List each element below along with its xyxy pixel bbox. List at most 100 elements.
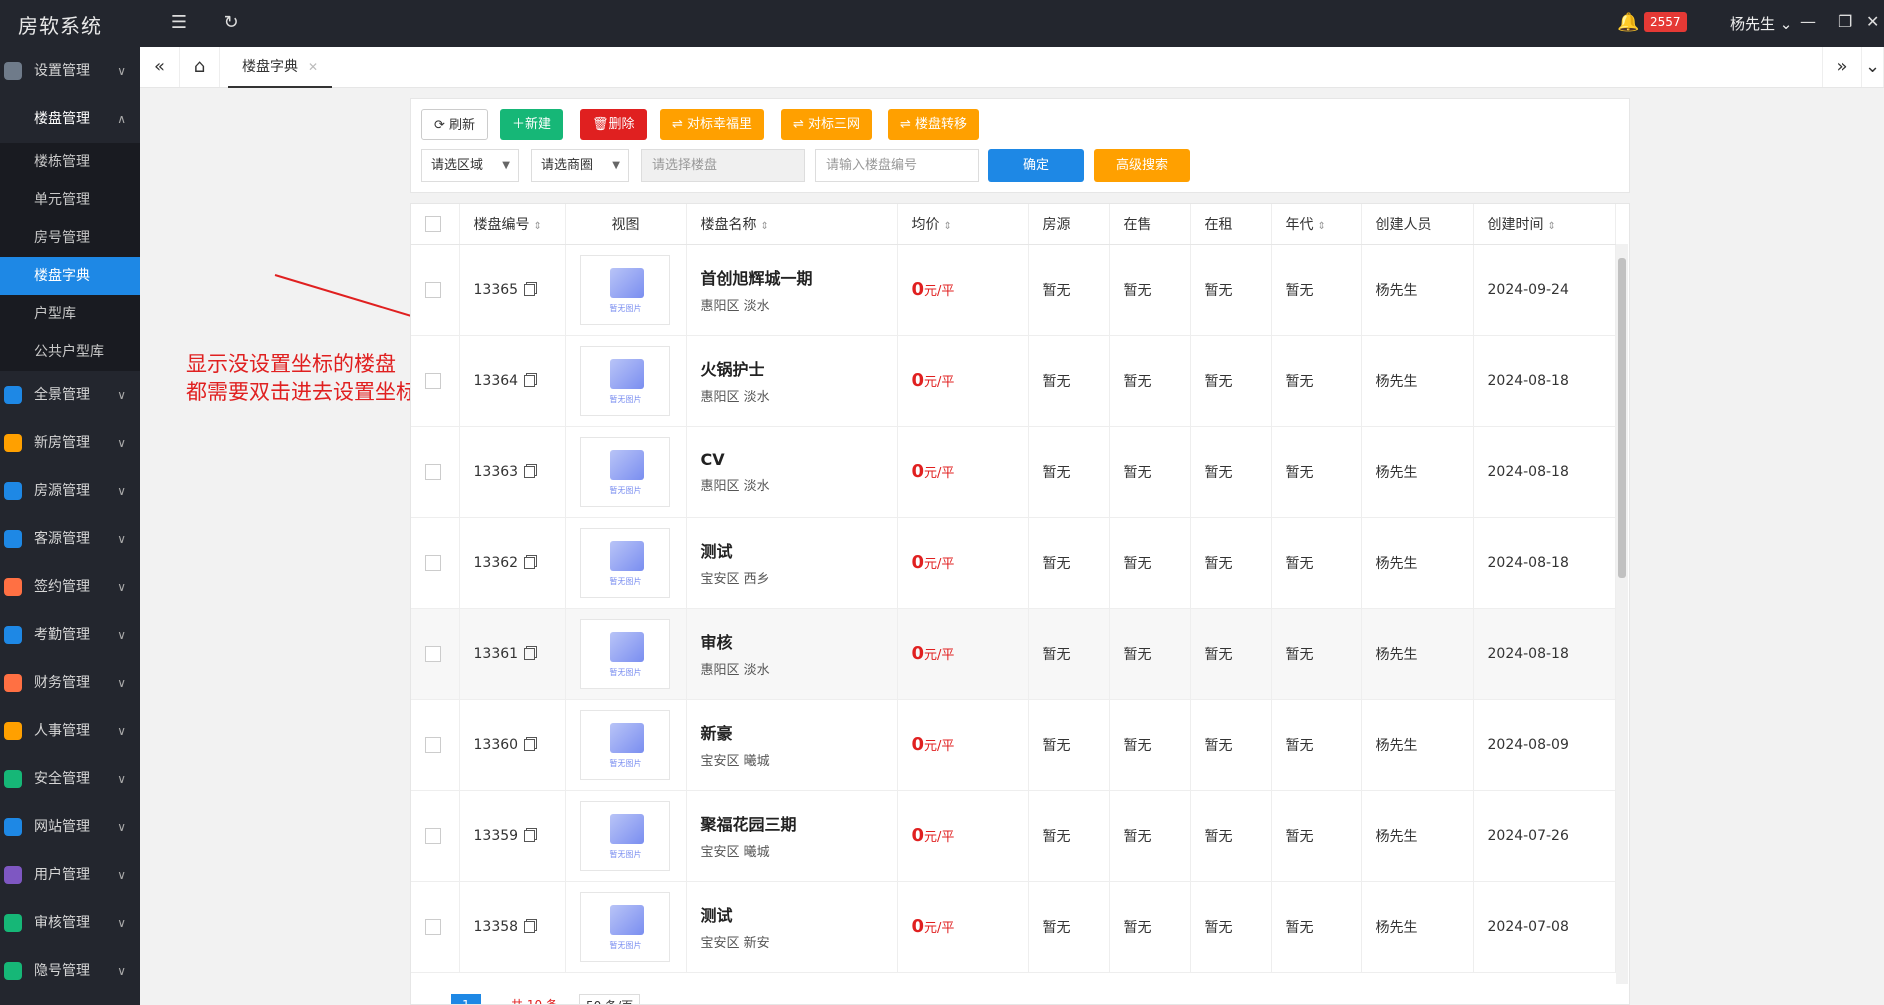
estate-name[interactable]: 审核 xyxy=(701,629,897,653)
row-checkbox[interactable] xyxy=(425,736,441,753)
nav-group-estate[interactable]: 楼盘管理 ∧ xyxy=(0,95,140,143)
table-row[interactable]: 13365 暂无图片 首创旭辉城一期 惠阳区 淡水 0元/平 暂无 暂无 暂无 暂无 杨先生 202… xyxy=(411,244,1616,336)
nav-group-clients[interactable]: 客源管理 ∨ xyxy=(0,515,140,563)
copy-icon[interactable] xyxy=(524,556,536,569)
header-price[interactable]: 均价 ⇕ xyxy=(897,204,1029,245)
row-checkbox[interactable] xyxy=(425,827,441,844)
copy-icon[interactable] xyxy=(524,829,536,842)
nav-group-panorama[interactable]: 全景管理 ∨ xyxy=(0,371,140,419)
copy-icon[interactable] xyxy=(524,283,536,296)
bell-icon[interactable]: 🔔 xyxy=(1617,12,1639,34)
sidebar-item-estate-dict[interactable]: 楼盘字典 xyxy=(0,257,140,295)
close-icon[interactable]: ✕ xyxy=(1866,12,1879,31)
estate-name[interactable]: 聚福花园三期 xyxy=(701,811,897,835)
nav-group-settings[interactable]: 设置管理 ∨ xyxy=(0,47,140,95)
sidebar-item-public-layout[interactable]: 公共户型库 xyxy=(0,333,140,371)
row-checkbox[interactable] xyxy=(425,918,441,935)
nav-group-contracts[interactable]: 签约管理 ∨ xyxy=(0,563,140,611)
create-button[interactable]: ＋新建 xyxy=(500,109,564,140)
region-select[interactable]: 请选区域 ▼ xyxy=(421,149,519,182)
estate-name[interactable]: 火锅护士 xyxy=(701,356,897,380)
sort-icon[interactable]: ⇕ xyxy=(534,221,542,232)
header-era[interactable]: 年代 ⇕ xyxy=(1271,204,1362,245)
transfer-button[interactable]: ⇌ 楼盘转移 xyxy=(888,109,980,140)
header-code[interactable]: 楼盘编号 ⇕ xyxy=(459,204,566,245)
sidebar-item-unit[interactable]: 单元管理 xyxy=(0,181,140,219)
copy-icon[interactable] xyxy=(524,738,536,751)
thumbnail[interactable]: 暂无图片 xyxy=(579,709,670,780)
nav-group-hidden-number[interactable]: 隐号管理 ∨ xyxy=(0,947,140,995)
estate-name[interactable]: 新豪 xyxy=(701,720,897,744)
copy-icon[interactable] xyxy=(524,374,536,387)
nav-group-website[interactable]: 网站管理 ∨ xyxy=(0,803,140,851)
estate-name[interactable]: 测试 xyxy=(701,538,897,562)
tab-estate-dict[interactable]: 楼盘字典 ✕ xyxy=(228,47,333,88)
scroll-left-icon[interactable]: « xyxy=(140,47,180,87)
thumbnail[interactable]: 暂无图片 xyxy=(579,618,670,689)
thumbnail[interactable]: 暂无图片 xyxy=(579,800,670,871)
nav-group-security[interactable]: 安全管理 ∨ xyxy=(0,755,140,803)
table-row[interactable]: 13362 暂无图片 测试 宝安区 西乡 0元/平 暂无 暂无 暂无 暂无 杨先生 2024-08-… xyxy=(411,517,1616,609)
nav-group-attendance[interactable]: 考勤管理 ∨ xyxy=(0,611,140,659)
benchmark-sanwang-button[interactable]: ⇌ 对标三网 xyxy=(781,109,873,140)
notification-badge[interactable]: 2557 xyxy=(1644,12,1687,32)
code-input[interactable]: 请输入楼盘编号 xyxy=(815,149,979,182)
table-scrollbar[interactable] xyxy=(1616,244,1628,984)
benchmark-xingfuli-button[interactable]: ⇌ 对标幸福里 xyxy=(660,109,765,140)
advanced-search-button[interactable]: 高级搜索 xyxy=(1094,149,1190,182)
estate-name[interactable]: 首创旭辉城一期 xyxy=(701,265,897,289)
sort-icon[interactable]: ⇕ xyxy=(944,221,952,232)
sidebar-item-room[interactable]: 房号管理 xyxy=(0,219,140,257)
refresh-icon[interactable]: ↻ xyxy=(220,12,242,34)
thumbnail[interactable]: 暂无图片 xyxy=(579,254,670,325)
nav-group-review[interactable]: 审核管理 ∨ xyxy=(0,899,140,947)
table-row[interactable]: 13361 暂无图片 审核 惠阳区 淡水 0元/平 暂无 暂无 暂无 暂无 杨先生 2024-08-… xyxy=(411,608,1616,700)
header-name[interactable]: 楼盘名称 ⇕ xyxy=(686,204,898,245)
page-button[interactable]: 1 xyxy=(451,994,481,1004)
table-row[interactable]: 13360 暂无图片 新豪 宝安区 曦城 0元/平 暂无 暂无 暂无 暂无 杨先生 2024-08-… xyxy=(411,699,1616,791)
row-checkbox[interactable] xyxy=(425,645,441,662)
estate-name[interactable]: CV xyxy=(701,450,897,469)
header-created[interactable]: 创建时间 ⇕ xyxy=(1473,204,1616,245)
sort-icon[interactable]: ⇕ xyxy=(1548,221,1556,232)
table-row[interactable]: 13359 暂无图片 聚福花园三期 宝安区 曦城 0元/平 暂无 暂无 暂无 暂无 杨先生 2024… xyxy=(411,790,1616,882)
row-checkbox[interactable] xyxy=(425,554,441,571)
select-all-checkbox[interactable] xyxy=(425,215,441,232)
thumbnail[interactable]: 暂无图片 xyxy=(579,436,670,507)
copy-icon[interactable] xyxy=(524,647,536,660)
district-select[interactable]: 请选商圈 ▼ xyxy=(531,149,629,182)
nav-group-finance[interactable]: 财务管理 ∨ xyxy=(0,659,140,707)
scrollbar-thumb[interactable] xyxy=(1618,258,1626,578)
scroll-right-icon[interactable]: » xyxy=(1822,47,1862,87)
home-icon[interactable]: ⌂ xyxy=(180,47,220,87)
sort-icon[interactable]: ⇕ xyxy=(761,221,769,232)
nav-group-newhouse[interactable]: 新房管理 ∨ xyxy=(0,419,140,467)
nav-group-users[interactable]: 用户管理 ∨ xyxy=(0,851,140,899)
nav-group-listings[interactable]: 房源管理 ∨ xyxy=(0,467,140,515)
copy-icon[interactable] xyxy=(524,465,536,478)
copy-icon[interactable] xyxy=(524,920,536,933)
thumbnail[interactable]: 暂无图片 xyxy=(579,345,670,416)
close-tab-icon[interactable]: ✕ xyxy=(308,60,318,74)
table-row[interactable]: 13364 暂无图片 火锅护士 惠阳区 淡水 0元/平 暂无 暂无 暂无 暂无 杨先生 2024-0… xyxy=(411,335,1616,427)
refresh-button[interactable]: ⟳ 刷新 xyxy=(421,109,489,140)
estate-input[interactable]: 请选择楼盘 xyxy=(641,149,805,182)
page-size-select[interactable]: 50 条/页 xyxy=(579,994,641,1004)
nav-group-hr[interactable]: 人事管理 ∨ xyxy=(0,707,140,755)
row-checkbox[interactable] xyxy=(425,372,441,389)
restore-icon[interactable]: ❐ xyxy=(1838,12,1852,31)
table-row[interactable]: 13358 暂无图片 测试 宝安区 新安 0元/平 暂无 暂无 暂无 暂无 杨先生 2024-07-… xyxy=(411,881,1616,973)
thumbnail[interactable]: 暂无图片 xyxy=(579,527,670,598)
user-menu[interactable]: 杨先生 ⌄ xyxy=(1730,13,1792,34)
row-checkbox[interactable] xyxy=(425,281,441,298)
row-checkbox[interactable] xyxy=(425,463,441,480)
minimize-icon[interactable]: — xyxy=(1800,12,1816,31)
tab-menu-icon[interactable]: ⌄ xyxy=(1862,47,1884,87)
thumbnail[interactable]: 暂无图片 xyxy=(579,891,670,962)
sidebar-item-layout[interactable]: 户型库 xyxy=(0,295,140,333)
sidebar-item-building[interactable]: 楼栋管理 xyxy=(0,143,140,181)
table-row[interactable]: 13363 暂无图片 CV 惠阳区 淡水 0元/平 暂无 暂无 暂无 暂无 杨先生 2024-08-… xyxy=(411,426,1616,518)
sort-icon[interactable]: ⇕ xyxy=(1318,221,1326,232)
confirm-button[interactable]: 确定 xyxy=(988,149,1084,182)
delete-button[interactable]: 🗑删除 xyxy=(580,109,647,140)
